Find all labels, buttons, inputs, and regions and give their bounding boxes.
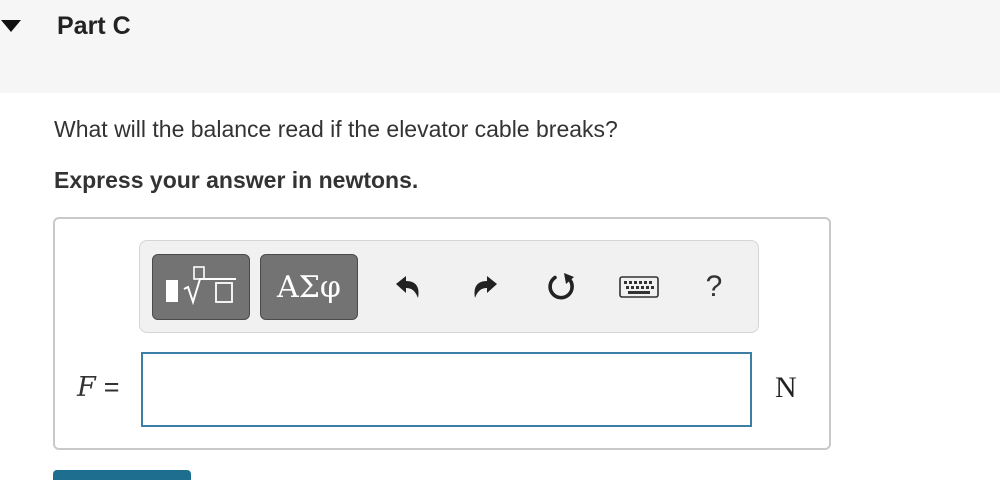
answer-variable-label: F = [77,372,120,403]
answer-input[interactable] [141,352,752,427]
templates-button[interactable] [152,254,250,320]
greek-symbols-button[interactable]: ΑΣφ [260,254,358,320]
collapse-triangle-icon[interactable] [0,18,22,34]
redo-icon[interactable] [465,267,505,307]
submit-button[interactable] [53,470,191,480]
keyboard-icon[interactable] [618,267,660,307]
unit-label: N [775,371,797,404]
undo-icon[interactable] [388,267,428,307]
question-text: What will the balance read if the elevat… [54,116,618,142]
math-toolbar: ΑΣφ ? [139,240,759,333]
variable-name: F [77,372,96,403]
equals-sign: = [103,372,120,402]
part-header: Part C [0,0,1000,93]
part-title[interactable]: Part C [57,12,131,41]
answer-instruction: Express your answer in newtons. [54,167,419,193]
help-button[interactable]: ? [694,267,734,307]
reset-icon[interactable] [542,267,582,307]
templates-sqrt-icon [166,266,236,306]
